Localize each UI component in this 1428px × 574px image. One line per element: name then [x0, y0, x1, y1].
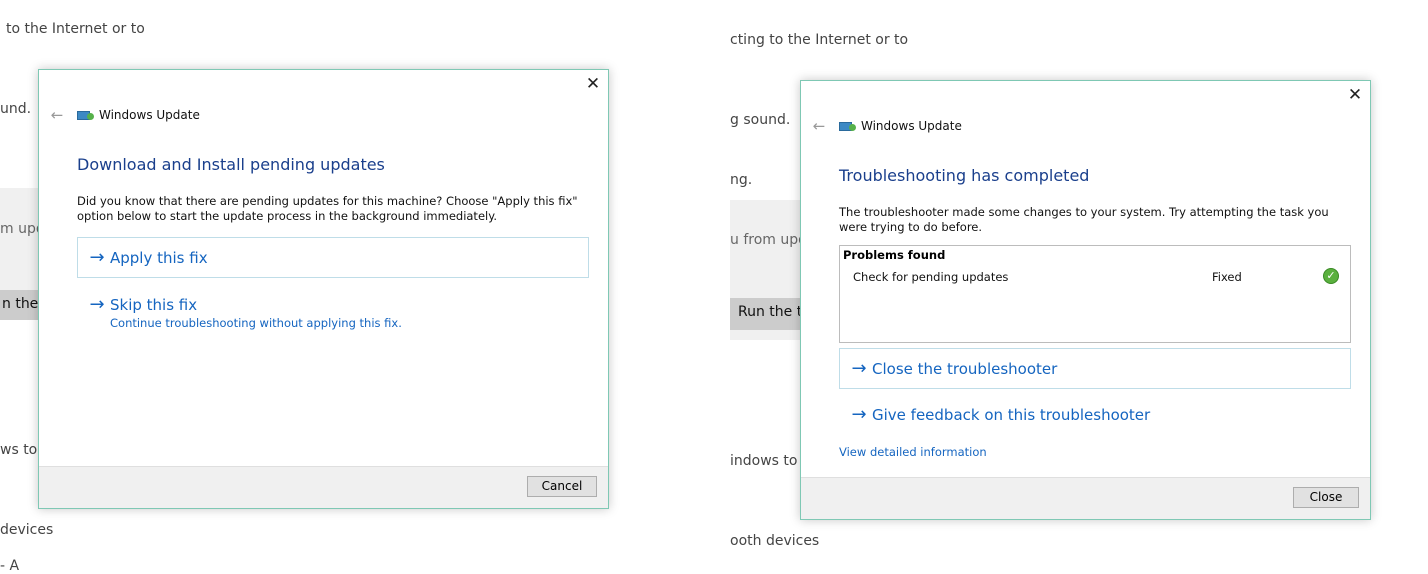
apply-fix-label: Apply this fix	[110, 249, 208, 267]
bg-text: ng.	[730, 172, 753, 188]
skip-fix-option[interactable]: → Skip this fix Continue troubleshooting…	[77, 294, 589, 330]
bg-text: indows to s	[730, 453, 810, 469]
skip-fix-label: Skip this fix	[110, 296, 198, 314]
give-feedback-label: Give feedback on this troubleshooter	[872, 406, 1151, 424]
arrow-right-icon: →	[851, 404, 867, 425]
app-title: Windows Update	[861, 119, 962, 133]
dialog-nav: ← Windows Update	[809, 117, 962, 135]
give-feedback-option[interactable]: → Give feedback on this troubleshooter	[839, 404, 1351, 426]
close-button[interactable]: Close	[1293, 487, 1359, 508]
bg-text: g sound.	[730, 112, 791, 128]
dialog-description: The troubleshooter made some changes to …	[839, 205, 1329, 234]
back-arrow-icon[interactable]: ←	[47, 106, 67, 124]
apply-fix-option[interactable]: → Apply this fix	[77, 237, 589, 278]
problems-found-header: Problems found	[843, 248, 946, 262]
bg-text: cting to the Internet or to	[730, 32, 909, 48]
bg-text: - A	[0, 558, 20, 574]
windows-update-icon	[839, 120, 856, 133]
problem-name: Check for pending updates	[853, 270, 1009, 284]
back-arrow-icon[interactable]: ←	[809, 117, 829, 135]
dialog-footer: Cancel	[39, 466, 608, 508]
dialog-footer: Close	[801, 477, 1370, 519]
problems-found-table: Problems found Check for pending updates…	[839, 245, 1351, 343]
bg-text: ooth devices	[730, 533, 820, 549]
cancel-button[interactable]: Cancel	[527, 476, 597, 497]
close-icon[interactable]: ✕	[584, 75, 602, 93]
windows-update-icon	[77, 109, 94, 122]
bg-run-button: n the t	[0, 290, 40, 320]
bg-text: devices	[0, 522, 54, 538]
troubleshooter-dialog-apply-fix: ✕ ← Windows Update Download and Install …	[38, 69, 609, 509]
dialog-nav: ← Windows Update	[47, 106, 200, 124]
close-troubleshooter-option[interactable]: → Close the troubleshooter	[839, 348, 1351, 389]
view-detailed-information-link[interactable]: View detailed information	[839, 445, 987, 459]
bg-run-button: Run the t	[730, 298, 802, 330]
bg-text: und.	[0, 101, 32, 117]
dialog-description: Did you know that there are pending upda…	[77, 194, 578, 223]
arrow-right-icon: →	[851, 358, 867, 379]
dialog-heading: Troubleshooting has completed	[839, 166, 1090, 185]
dialog-heading: Download and Install pending updates	[77, 155, 385, 174]
app-title: Windows Update	[99, 108, 200, 122]
bg-text: u from upd	[730, 232, 807, 248]
troubleshooter-dialog-completed: ✕ ← Windows Update Troubleshooting has c…	[800, 80, 1371, 520]
check-circle-icon: ✓	[1323, 268, 1339, 284]
problem-status: Fixed	[1212, 270, 1242, 284]
close-troubleshooter-label: Close the troubleshooter	[872, 360, 1058, 378]
arrow-right-icon: →	[89, 294, 105, 315]
close-icon[interactable]: ✕	[1346, 86, 1364, 104]
arrow-right-icon: →	[89, 247, 105, 268]
bg-text: to the Internet or to	[6, 21, 145, 37]
skip-fix-subtitle: Continue troubleshooting without applyin…	[110, 316, 402, 330]
